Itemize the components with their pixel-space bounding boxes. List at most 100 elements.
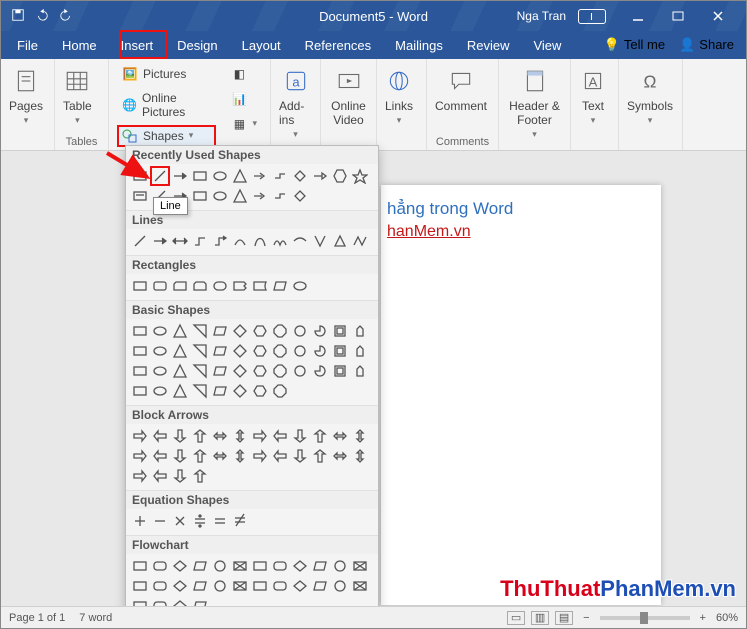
shape-item[interactable] — [170, 511, 190, 531]
shape-item[interactable] — [310, 166, 330, 186]
tab-file[interactable]: File — [5, 31, 50, 59]
shape-item[interactable] — [230, 186, 250, 206]
shape-item[interactable] — [310, 446, 330, 466]
shape-item[interactable] — [250, 186, 270, 206]
shape-item[interactable] — [130, 446, 150, 466]
shape-item[interactable] — [150, 231, 170, 251]
shape-item[interactable] — [130, 186, 150, 206]
shape-item[interactable] — [150, 341, 170, 361]
shape-item[interactable] — [190, 231, 210, 251]
shape-item[interactable] — [150, 321, 170, 341]
tab-insert[interactable]: Insert — [109, 31, 166, 59]
shape-item[interactable] — [210, 426, 230, 446]
shape-item[interactable] — [330, 361, 350, 381]
shape-item[interactable] — [290, 446, 310, 466]
shape-item[interactable] — [190, 361, 210, 381]
shape-item[interactable] — [270, 341, 290, 361]
shape-item[interactable] — [250, 426, 270, 446]
shape-item[interactable] — [190, 186, 210, 206]
shape-item[interactable] — [230, 276, 250, 296]
zoom-slider[interactable] — [600, 616, 690, 620]
online-video-button[interactable]: Online Video — [329, 63, 368, 127]
shape-item[interactable] — [310, 426, 330, 446]
shape-item[interactable] — [250, 446, 270, 466]
shape-item[interactable] — [210, 446, 230, 466]
shape-item[interactable] — [210, 166, 230, 186]
shape-item[interactable] — [310, 361, 330, 381]
shape-item[interactable] — [290, 166, 310, 186]
ribbon-display-icon[interactable] — [578, 9, 606, 24]
shapes-dropdown[interactable]: Recently Used ShapesLinesRectanglesBasic… — [125, 145, 379, 629]
shape-item[interactable] — [230, 556, 250, 576]
zoom-in-button[interactable]: + — [700, 612, 706, 624]
shape-item[interactable] — [130, 381, 150, 401]
pages-button[interactable]: Pages▾ — [9, 63, 43, 126]
header-footer-button[interactable]: Header & Footer▾ — [507, 63, 562, 140]
shape-item[interactable] — [230, 166, 250, 186]
shape-item[interactable] — [210, 511, 230, 531]
shape-item[interactable] — [250, 166, 270, 186]
shape-item[interactable] — [190, 381, 210, 401]
shape-item[interactable] — [230, 321, 250, 341]
shape-item[interactable] — [270, 276, 290, 296]
shape-item[interactable] — [230, 426, 250, 446]
tab-layout[interactable]: Layout — [230, 31, 293, 59]
shape-item[interactable] — [250, 556, 270, 576]
shapes-button[interactable]: Shapes ▾ — [117, 125, 216, 147]
shape-item[interactable] — [330, 446, 350, 466]
shape-item[interactable] — [210, 186, 230, 206]
shape-item[interactable] — [270, 446, 290, 466]
shape-item[interactable] — [230, 341, 250, 361]
shape-item[interactable] — [230, 576, 250, 596]
tab-view[interactable]: View — [521, 31, 573, 59]
doc-link-line[interactable]: hanMem.vn — [387, 223, 655, 241]
shape-item[interactable] — [330, 166, 350, 186]
shape-item[interactable] — [210, 556, 230, 576]
shape-item[interactable] — [190, 576, 210, 596]
shape-item[interactable] — [150, 276, 170, 296]
chart-button[interactable]: 📊 — [226, 88, 262, 110]
shape-item[interactable] — [130, 166, 150, 186]
symbols-button[interactable]: Ω Symbols▾ — [627, 63, 673, 126]
shape-item[interactable] — [150, 361, 170, 381]
shape-item[interactable] — [150, 576, 170, 596]
shape-item[interactable] — [330, 576, 350, 596]
view-read-icon[interactable]: ▭ — [507, 611, 525, 625]
shape-item[interactable] — [270, 556, 290, 576]
shape-item[interactable] — [290, 341, 310, 361]
shape-item[interactable] — [350, 556, 370, 576]
undo-icon[interactable] — [35, 8, 49, 25]
shape-item[interactable] — [150, 381, 170, 401]
shape-item[interactable] — [190, 341, 210, 361]
shape-item[interactable] — [190, 511, 210, 531]
shape-item[interactable] — [130, 556, 150, 576]
shape-item[interactable] — [270, 166, 290, 186]
shape-item[interactable] — [170, 321, 190, 341]
shape-item[interactable] — [350, 426, 370, 446]
shape-item[interactable] — [330, 231, 350, 251]
shape-item[interactable] — [210, 361, 230, 381]
shape-item[interactable] — [170, 466, 190, 486]
shape-item[interactable] — [170, 446, 190, 466]
view-print-icon[interactable]: ▥ — [531, 611, 549, 625]
shape-item[interactable] — [170, 556, 190, 576]
pictures-button[interactable]: 🖼️Pictures — [117, 63, 216, 85]
screenshot-button[interactable]: ▦▾ — [226, 113, 262, 135]
comment-button[interactable]: Comment — [435, 63, 487, 113]
shape-item[interactable] — [210, 276, 230, 296]
shape-item[interactable] — [190, 166, 210, 186]
shape-item[interactable] — [250, 231, 270, 251]
shape-item[interactable] — [290, 231, 310, 251]
text-button[interactable]: A Text▾ — [579, 63, 607, 126]
shape-item[interactable] — [150, 166, 170, 186]
addins-button[interactable]: a Add-ins▾ — [279, 63, 312, 140]
shape-item[interactable] — [270, 381, 290, 401]
status-words[interactable]: 7 word — [79, 612, 112, 624]
shape-item[interactable] — [330, 341, 350, 361]
shape-item[interactable] — [130, 576, 150, 596]
shape-item[interactable] — [170, 361, 190, 381]
shape-item[interactable] — [130, 426, 150, 446]
shape-item[interactable] — [350, 576, 370, 596]
minimize-button[interactable] — [618, 1, 658, 31]
shape-item[interactable] — [230, 361, 250, 381]
